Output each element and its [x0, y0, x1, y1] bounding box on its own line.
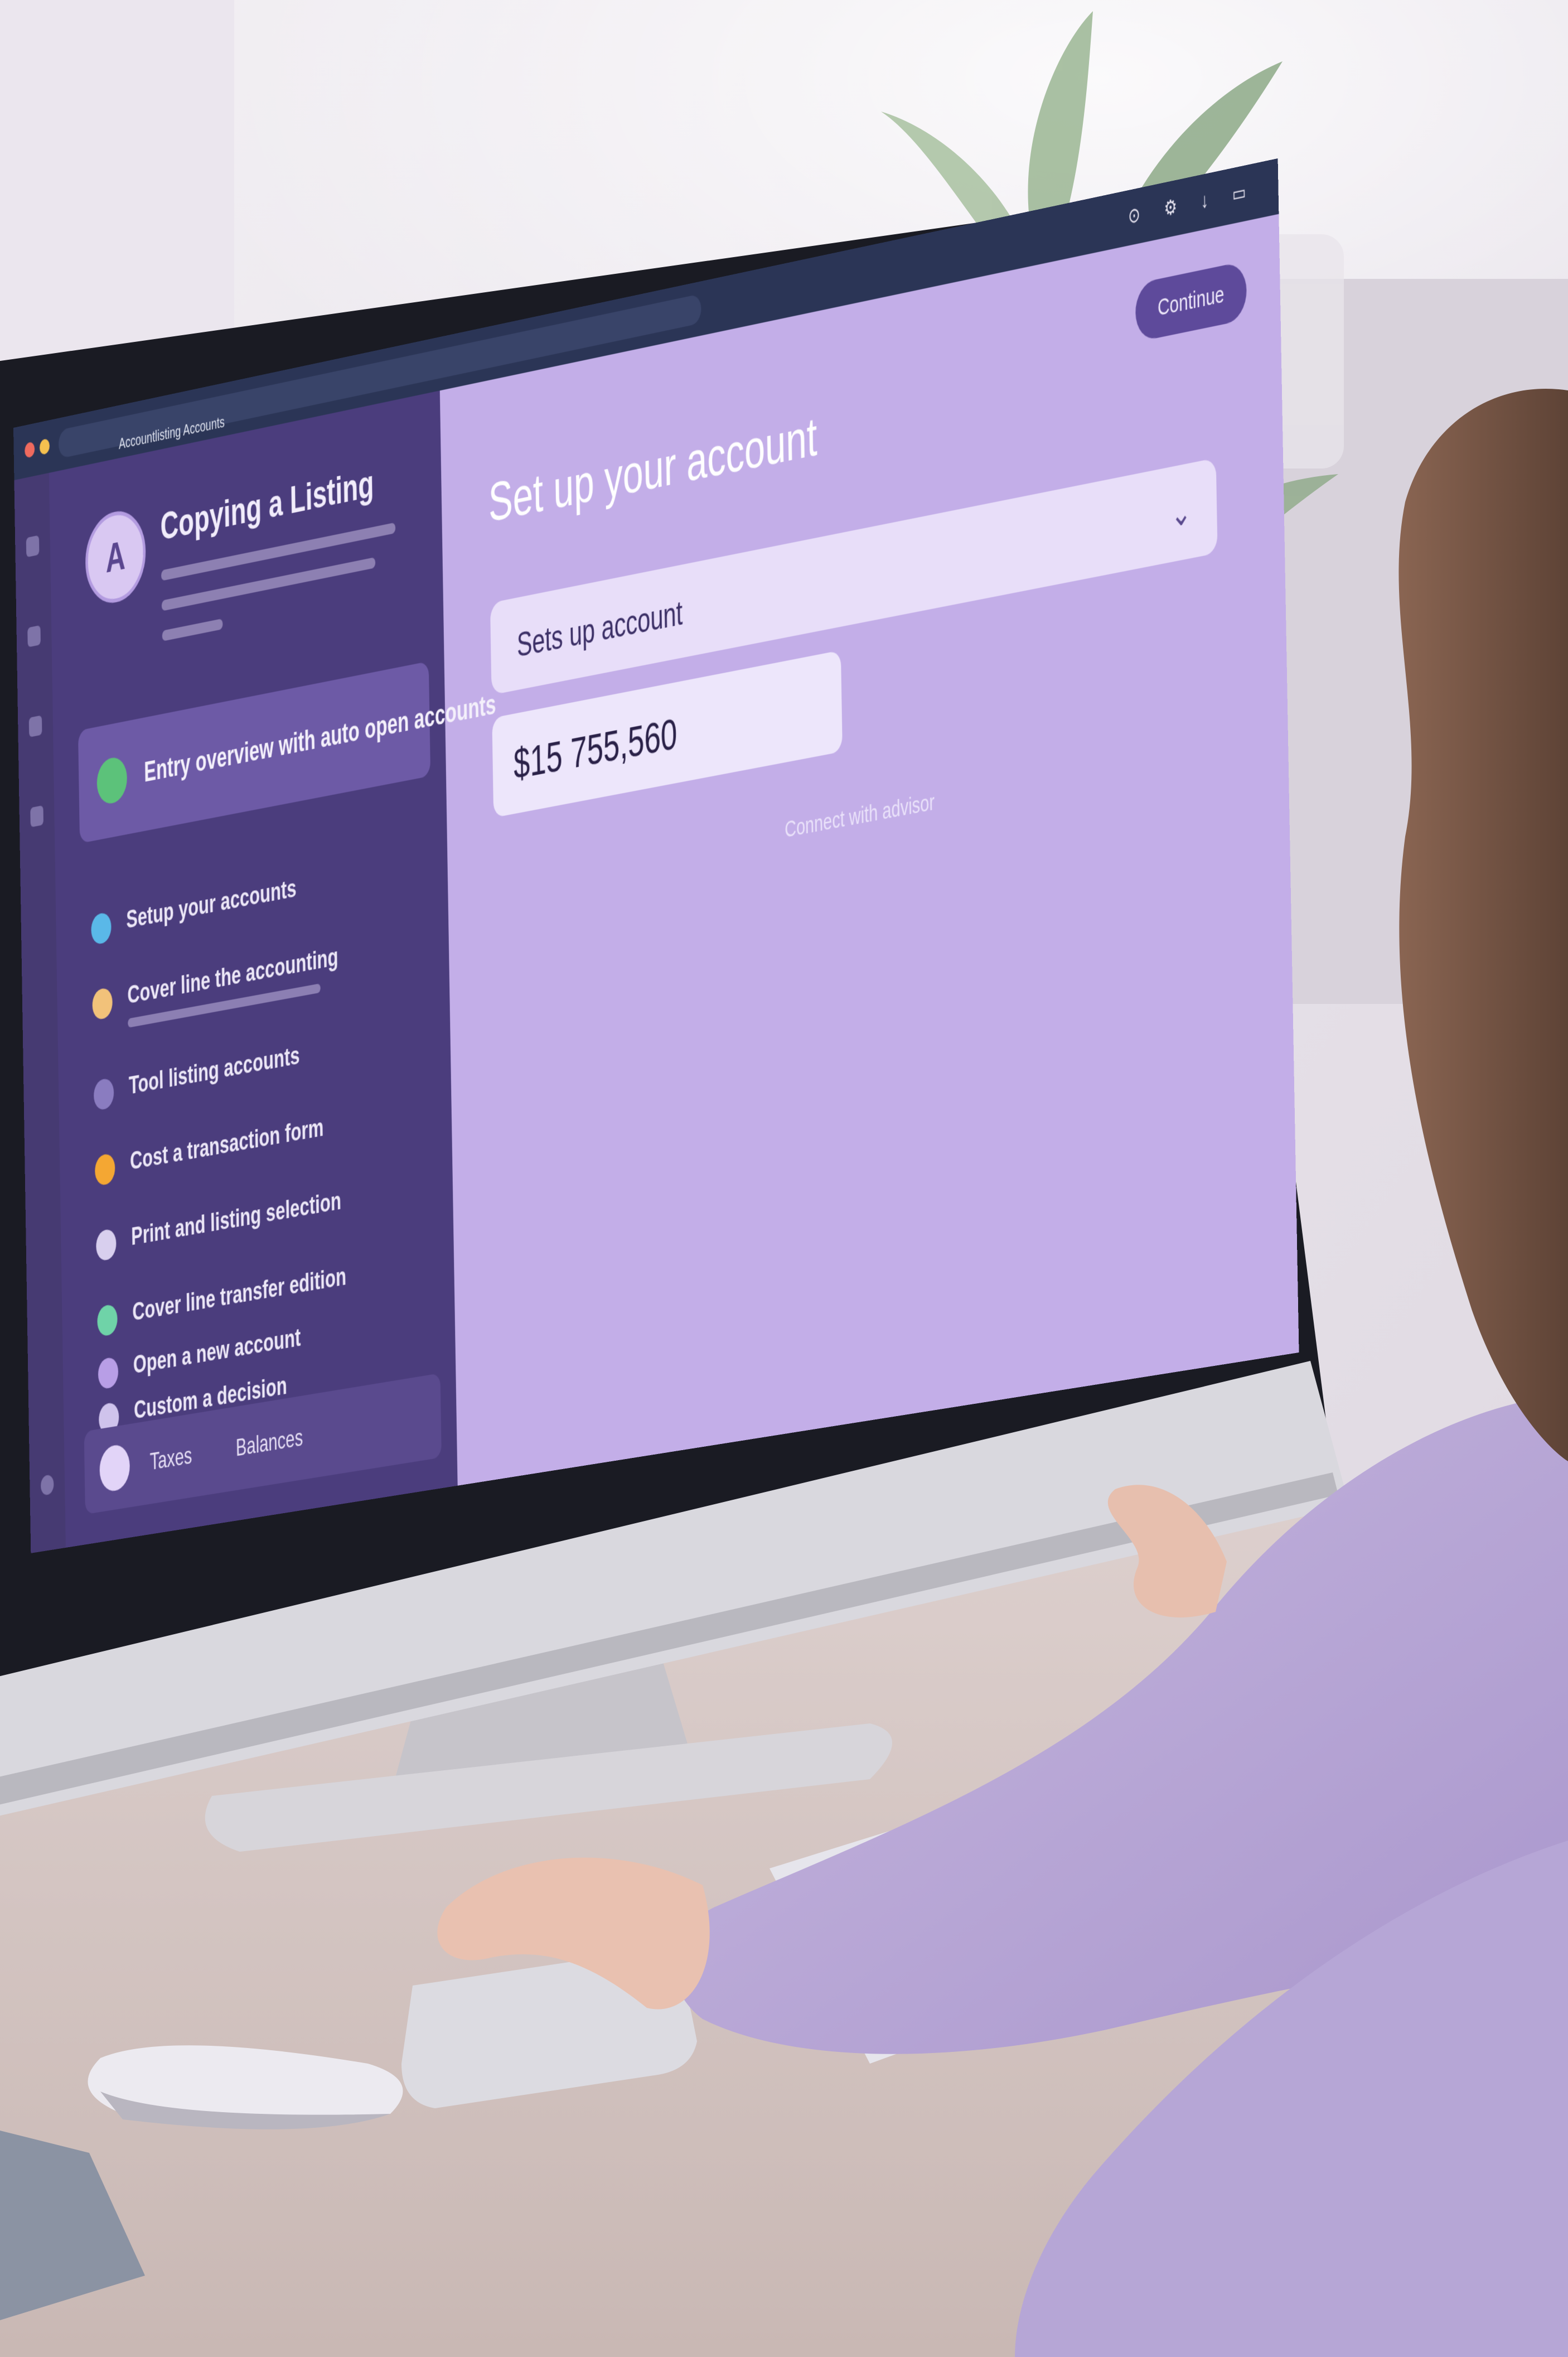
helper-link[interactable]: Connect with advisor [785, 789, 935, 844]
item-icon [97, 1303, 118, 1337]
user-icon[interactable] [28, 715, 42, 737]
minimize-window-button[interactable] [39, 438, 50, 456]
item-icon [91, 911, 112, 945]
footer-avatar [99, 1443, 130, 1494]
continue-button[interactable]: Continue [1135, 260, 1247, 342]
page-title: Set up your account [488, 405, 818, 534]
like-icon[interactable] [30, 805, 43, 828]
settings-icon[interactable] [40, 1474, 54, 1496]
item-icon [92, 987, 113, 1021]
home-icon[interactable] [26, 535, 40, 558]
main-panel: Continue Set up your account Sets up acc… [440, 214, 1299, 1486]
footer-tab-balances[interactable]: Balances [236, 1423, 303, 1462]
profile-subtitle-line [162, 618, 223, 641]
footer-tab-taxes[interactable]: Taxes [149, 1441, 192, 1476]
sidebar-item-label: Tool listing accounts [128, 1040, 300, 1100]
account-select-value: Sets up account [516, 594, 683, 665]
item-icon [95, 1228, 117, 1262]
sidebar-item-label: Setup your accounts [125, 873, 297, 935]
photo-scene: Accountlisting Accounts ⊙ ⚙ ↓ ▭ A Copyin… [0, 0, 1568, 2357]
avatar: A [84, 505, 147, 608]
search-icon[interactable] [27, 625, 41, 648]
item-icon [93, 1077, 114, 1111]
chevron-down-icon: ⌄ [1170, 492, 1192, 535]
item-icon [94, 1152, 115, 1187]
play-icon [96, 755, 128, 806]
profile-card: A Copying a Listing [84, 443, 413, 706]
sidebar-item-label: Entry overview with auto open accounts [143, 688, 496, 788]
item-icon [98, 1356, 119, 1390]
sidebar: A Copying a Listing Entry overview with … [49, 390, 496, 1548]
close-window-button[interactable] [25, 441, 35, 458]
